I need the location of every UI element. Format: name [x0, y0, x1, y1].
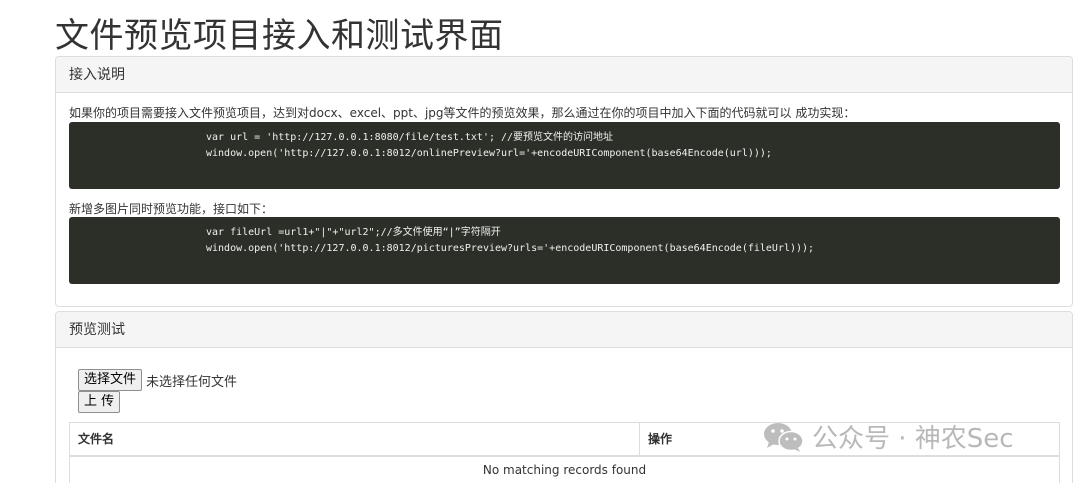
table-empty-message: No matching records found — [482, 463, 647, 477]
table-header-border — [70, 455, 1059, 457]
choose-file-button[interactable]: 选择文件 — [78, 369, 143, 391]
integration-intro: 如果你的项目需要接入文件预览项目，达到对docx、excel、ppt、jpg等文… — [69, 106, 856, 120]
code-line: var url = 'http://127.0.0.1:8080/file/te… — [206, 132, 614, 143]
watermark-text: 公众号 · 神农Sec — [812, 424, 1014, 454]
watermark: 公众号 · 神农Sec — [762, 418, 1014, 455]
code-line: var fileUrl =url1+"|"+"url2";//多文件使用“|”字… — [206, 227, 501, 238]
preview-test-panel: 预览测试 选择文件 未选择任何文件 上 传 文件名 操作 No matching… — [55, 311, 1073, 483]
multi-preview-intro: 新增多图片同时预览功能，接口如下： — [69, 202, 274, 216]
wechat-icon — [764, 422, 804, 452]
integration-panel: 接入说明 如果你的项目需要接入文件预览项目，达到对docx、excel、ppt、… — [55, 56, 1073, 307]
code-block-multi-preview: var fileUrl =url1+"|"+"url2";//多文件使用“|”字… — [69, 217, 1060, 284]
code-line: window.open('http://127.0.0.1:8012/onlin… — [206, 148, 772, 159]
upload-button[interactable]: 上 传 — [78, 391, 121, 413]
column-header-filename[interactable]: 文件名 — [70, 423, 640, 456]
code-line: window.open('http://127.0.0.1:8012/pictu… — [206, 243, 815, 254]
preview-test-panel-heading: 预览测试 — [56, 312, 1072, 348]
page-title: 文件预览项目接入和测试界面 — [55, 16, 504, 56]
no-file-chosen-text: 未选择任何文件 — [146, 375, 238, 390]
code-block-single-preview: var url = 'http://127.0.0.1:8080/file/te… — [69, 122, 1060, 189]
integration-panel-heading: 接入说明 — [56, 57, 1072, 93]
